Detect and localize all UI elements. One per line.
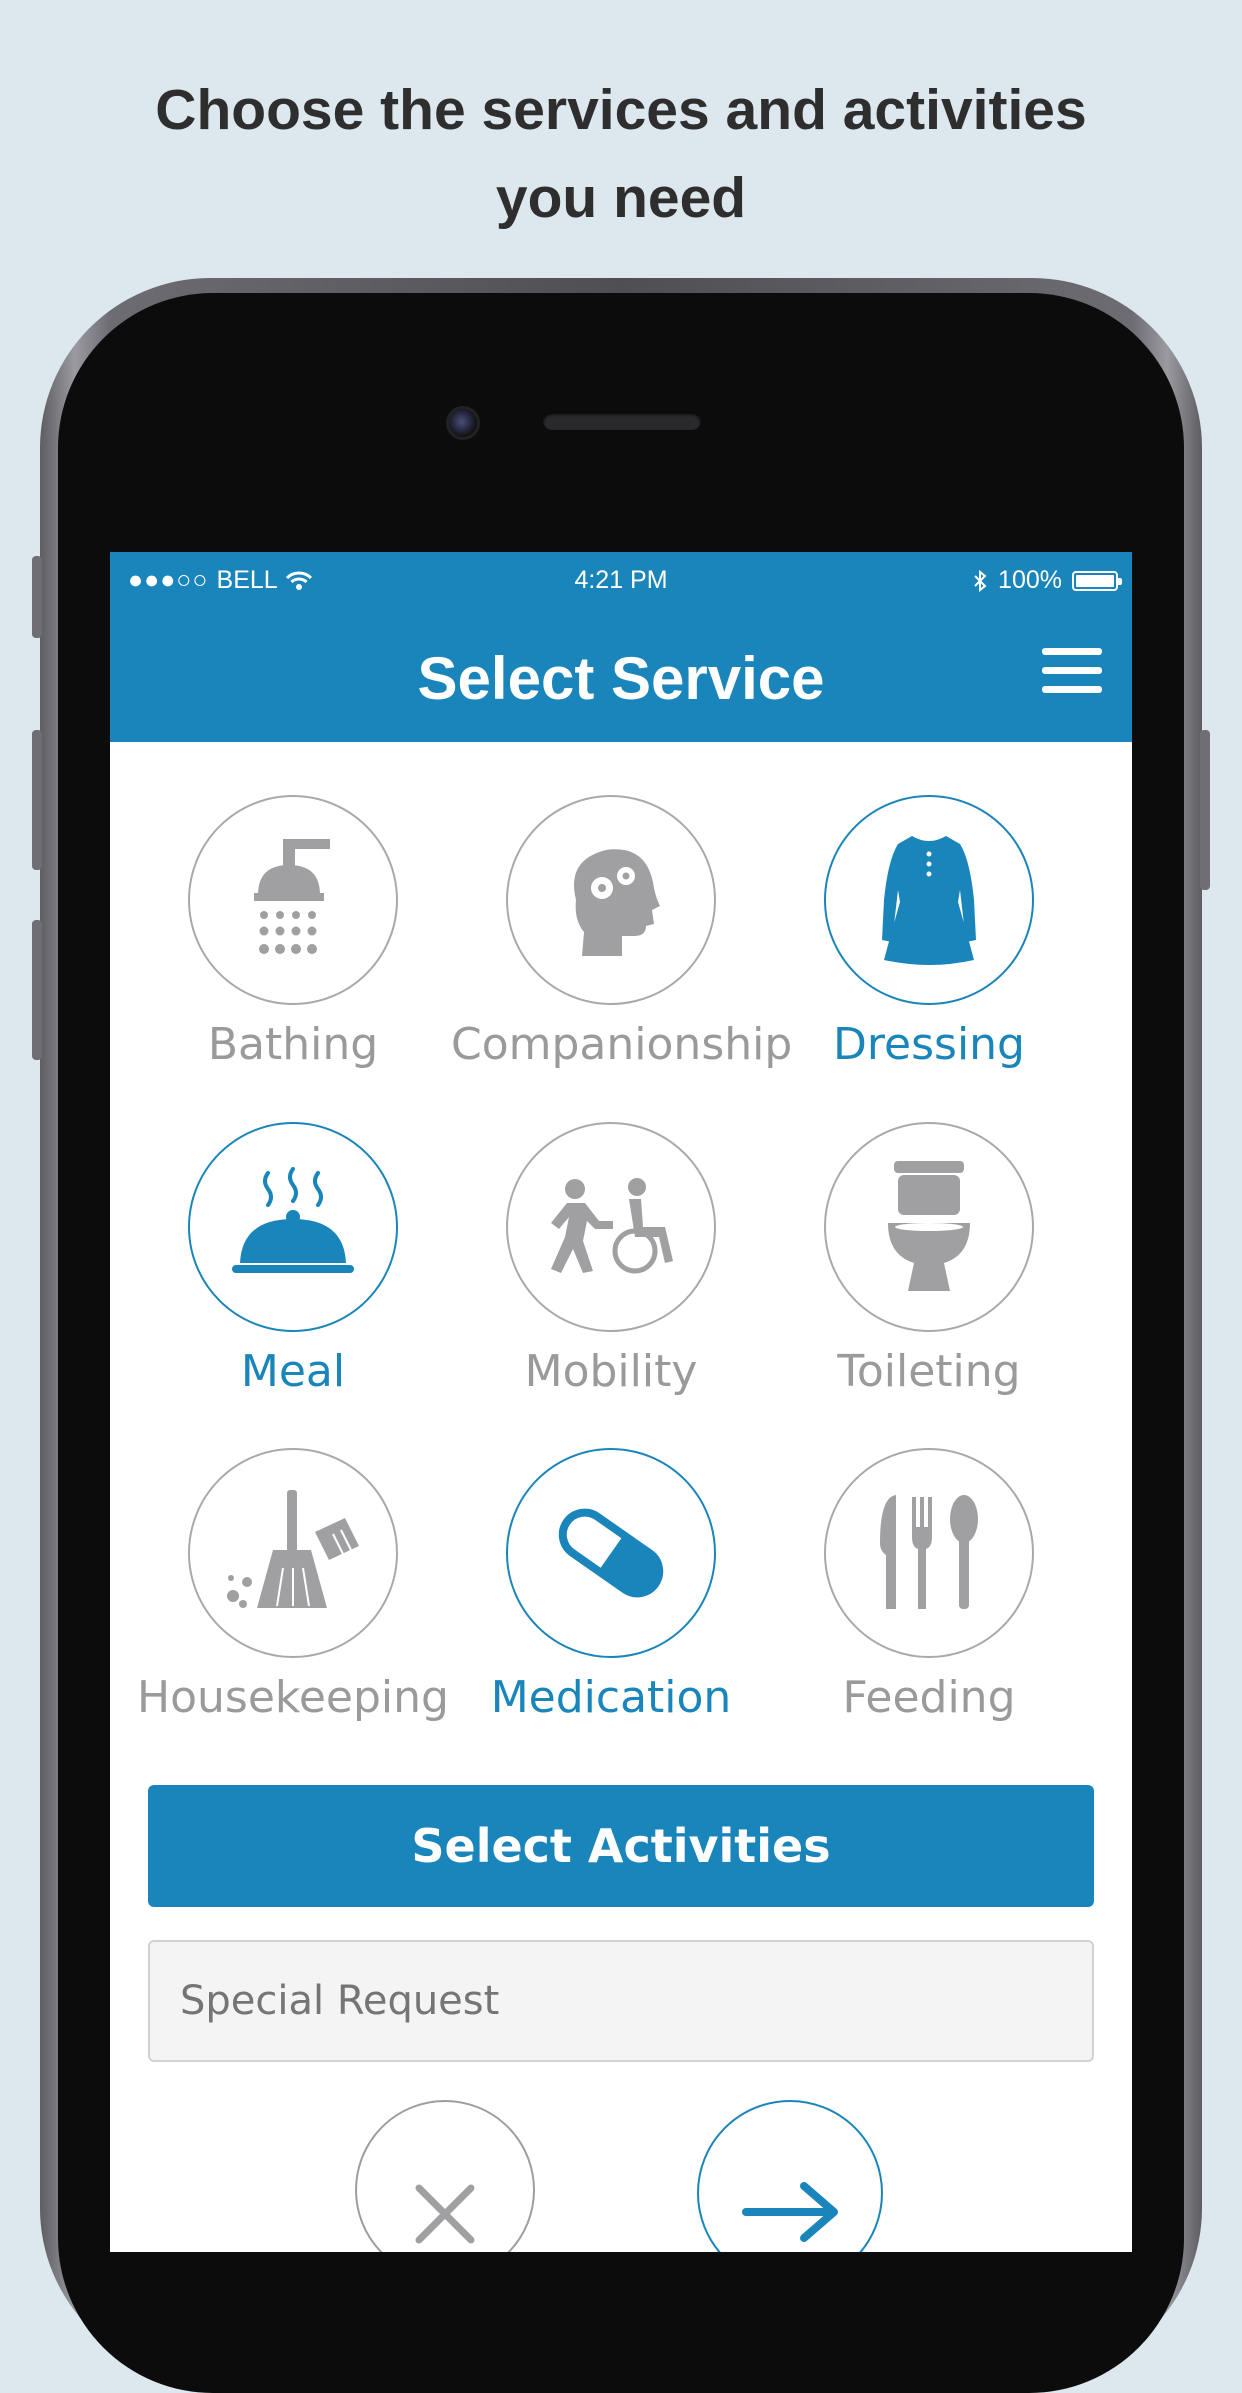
cancel-button[interactable] — [355, 2100, 535, 2252]
cutlery-icon — [880, 1495, 978, 1609]
head-gears-icon — [574, 849, 660, 956]
service-circle — [188, 1448, 398, 1658]
silent-switch — [32, 556, 42, 638]
headline-line-2: you need — [495, 166, 747, 230]
service-medication[interactable]: Medication — [451, 1448, 771, 1723]
service-circle — [824, 1448, 1034, 1658]
service-label: Feeding — [842, 1672, 1016, 1723]
service-label: Companionship — [451, 1019, 793, 1070]
next-button[interactable] — [697, 2100, 883, 2252]
service-meal[interactable]: Meal — [133, 1122, 453, 1397]
service-circle — [506, 1122, 716, 1332]
service-mobility[interactable]: Mobility — [451, 1122, 771, 1397]
arrow-right-icon — [742, 2182, 838, 2242]
service-companionship[interactable]: Companionship — [451, 795, 793, 1070]
shower-icon — [254, 839, 330, 954]
service-label: Medication — [490, 1672, 732, 1723]
service-circle — [824, 795, 1034, 1005]
nav-bar: Select Service — [110, 608, 1132, 742]
service-label: Dressing — [833, 1019, 1025, 1070]
service-dressing[interactable]: Dressing — [769, 795, 1089, 1070]
close-icon — [415, 2184, 475, 2244]
service-housekeeping[interactable]: Housekeeping — [133, 1448, 453, 1723]
volume-down-button — [32, 920, 42, 1060]
service-circle — [506, 795, 716, 1005]
service-toileting[interactable]: Toileting — [769, 1122, 1089, 1397]
power-button — [1200, 730, 1210, 890]
select-activities-button[interactable]: Select Activities — [148, 1785, 1094, 1907]
wheelchair-assist-icon — [551, 1178, 673, 1274]
service-label: Meal — [240, 1346, 346, 1397]
broom-icon — [227, 1490, 359, 1608]
service-bathing[interactable]: Bathing — [133, 795, 453, 1070]
service-circle — [188, 1122, 398, 1332]
bluetooth-icon — [974, 569, 987, 592]
hamburger-menu-icon[interactable] — [1042, 648, 1102, 698]
nav-title: Select Service — [417, 645, 825, 712]
app-screen: ●●●○○ BELL 4:21 PM 100% Select Service B… — [110, 552, 1132, 2252]
dress-icon — [882, 836, 976, 965]
headline-line-1: Choose the services and activities — [155, 78, 1087, 142]
service-label: Mobility — [524, 1346, 698, 1397]
service-label: Bathing — [207, 1019, 379, 1070]
service-label: Toileting — [837, 1346, 1021, 1397]
service-circle — [824, 1122, 1034, 1332]
special-request-input[interactable] — [148, 1940, 1094, 2062]
service-circle — [188, 795, 398, 1005]
page-headline: Choose the services and activities you n… — [0, 66, 1242, 242]
battery-icon — [1072, 570, 1122, 591]
front-camera — [446, 406, 480, 440]
pill-icon — [558, 1508, 664, 1598]
service-feeding[interactable]: Feeding — [769, 1448, 1089, 1723]
status-bar: ●●●○○ BELL 4:21 PM 100% — [110, 552, 1132, 608]
earpiece-speaker — [543, 412, 701, 430]
volume-up-button — [32, 730, 42, 870]
service-circle — [506, 1448, 716, 1658]
battery-percentage: 100% — [998, 566, 1062, 594]
service-label: Housekeeping — [137, 1672, 449, 1723]
toilet-icon — [888, 1161, 970, 1291]
food-cloche-icon — [232, 1167, 354, 1273]
